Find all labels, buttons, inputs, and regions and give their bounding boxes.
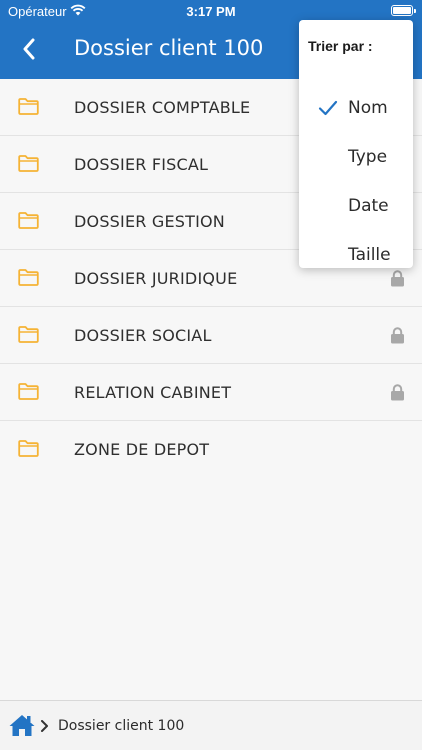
folder-icon <box>18 440 39 457</box>
folder-row[interactable]: RELATION CABINET <box>0 364 422 421</box>
folder-icon <box>18 326 39 343</box>
battery-icon <box>391 5 416 16</box>
sort-option-nom[interactable]: Nom <box>299 88 413 128</box>
folder-label: DOSSIER SOCIAL <box>74 325 212 345</box>
folder-icon <box>18 269 39 286</box>
folder-icon <box>18 155 39 172</box>
sort-option-date[interactable]: Date <box>299 186 413 226</box>
folder-label: DOSSIER GESTION <box>74 211 225 231</box>
status-time: 3:17 PM <box>186 4 236 19</box>
chevron-left-icon <box>23 38 35 60</box>
folder-label: DOSSIER COMPTABLE <box>74 97 251 117</box>
sort-option-label: Type <box>348 147 388 167</box>
page-title: Dossier client 100 <box>74 36 264 60</box>
sort-option-taille[interactable]: Taille <box>299 235 413 275</box>
back-button[interactable] <box>14 34 44 64</box>
sort-option-label: Nom <box>348 98 388 118</box>
sort-option-label: Date <box>348 196 389 216</box>
folder-icon <box>18 98 39 115</box>
folder-label: RELATION CABINET <box>74 382 232 402</box>
lock-icon <box>391 327 404 344</box>
folder-row[interactable]: ZONE DE DEPOT <box>0 421 422 478</box>
folder-icon <box>18 212 39 229</box>
sort-option-type[interactable]: Type <box>299 137 413 177</box>
folder-label: DOSSIER FISCAL <box>74 154 209 174</box>
folder-label: ZONE DE DEPOT <box>74 440 210 459</box>
chevron-right-icon <box>41 720 48 732</box>
sort-menu: Trier par : Nom Type Date Taille <box>299 20 413 268</box>
folder-icon <box>18 383 39 400</box>
sort-option-label: Taille <box>348 245 391 265</box>
folder-row[interactable]: DOSSIER SOCIAL <box>0 307 422 364</box>
status-bar: Opérateur 3:17 PM <box>0 0 422 22</box>
breadcrumb-current[interactable]: Dossier client 100 <box>58 718 184 734</box>
checkmark-icon <box>318 100 338 116</box>
home-icon[interactable] <box>8 713 36 737</box>
lock-icon <box>391 384 404 401</box>
breadcrumb: Dossier client 100 <box>0 700 422 750</box>
sort-menu-title: Trier par : <box>308 38 373 54</box>
folder-label: DOSSIER JURIDIQUE <box>74 268 238 288</box>
